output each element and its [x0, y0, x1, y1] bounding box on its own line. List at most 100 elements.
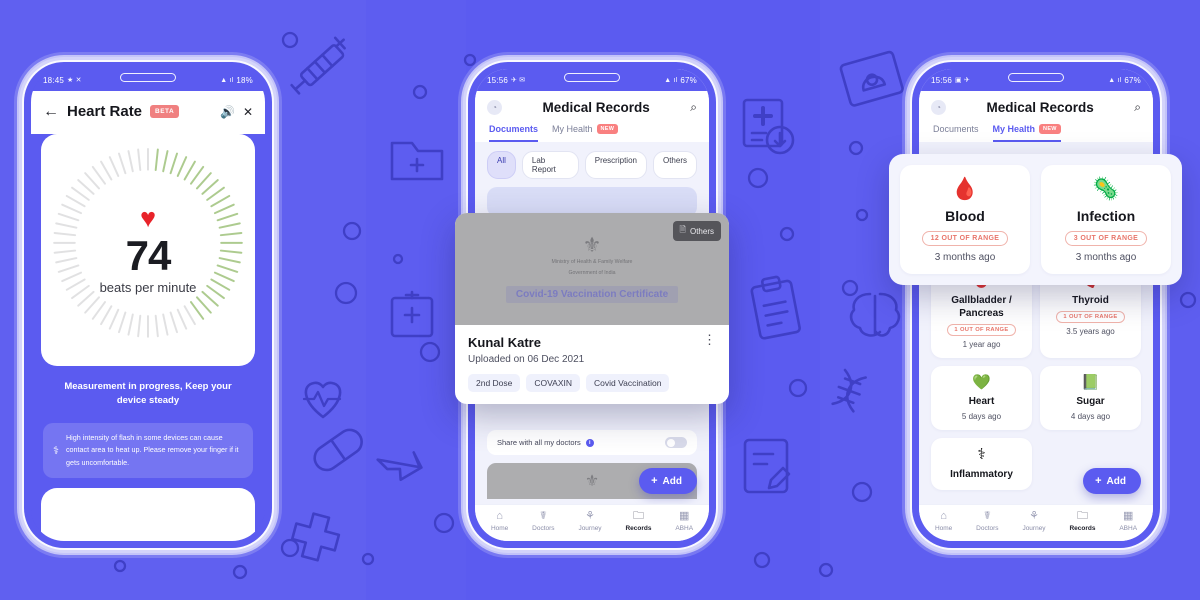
health-card-timestamp: 5 days ago — [961, 412, 1002, 421]
warning-note: ⚕ High intensity of flash in some device… — [43, 422, 253, 479]
avatar[interactable]: ◔ — [931, 100, 946, 115]
records-tabs: Documents My Health NEW — [931, 115, 1141, 142]
status-signal-icons: ▲ ıl — [1108, 76, 1122, 84]
document-tag[interactable]: 2nd Dose — [468, 374, 521, 392]
health-card-sugar[interactable]: 📗 Sugar 4 days ago — [1040, 365, 1141, 430]
phone-notch — [120, 73, 176, 82]
add-button-label: Add — [1106, 475, 1126, 487]
nav-label-doctors: Doctors — [532, 525, 555, 532]
heart-rate-unit: beats per minute — [99, 280, 197, 296]
emblem-icon: ⚜ — [584, 473, 600, 490]
home-icon: ⌂ — [940, 510, 947, 522]
new-badge: NEW — [1039, 124, 1061, 134]
warning-note-text: High intensity of flash in some devices … — [65, 432, 239, 467]
nav-item-home[interactable]: ⌂ Home — [934, 510, 953, 533]
abha-icon: ▦ — [1122, 510, 1134, 522]
records-icon: 🗀 — [1076, 510, 1088, 522]
tab-documents[interactable]: Documents — [933, 124, 979, 142]
document-meta: Kunal Katre ⋮ Uploaded on 06 Dec 2021 2n… — [455, 325, 729, 404]
tab-my-health[interactable]: My Health NEW — [992, 124, 1061, 142]
nav-item-doctors[interactable]: ☤ Doctors — [532, 511, 555, 533]
heart-icon: ♥ — [139, 202, 157, 233]
gauge-readout: ♥ 74 beats per minute — [99, 202, 197, 296]
kebab-menu-icon[interactable]: ⋮ — [703, 333, 716, 346]
document-upload-date: Uploaded on 06 Dec 2021 — [468, 354, 585, 365]
document-preview: 🗎 Others ⚜ Ministry of Health & Family W… — [455, 213, 729, 325]
nav-item-records[interactable]: 🗀 Records — [625, 511, 651, 533]
status-left-icons: ▣ ✈ — [955, 77, 971, 84]
nav-item-home[interactable]: ⌂ Home — [490, 511, 509, 533]
nav-item-abha[interactable]: ▦ ABHA — [1119, 510, 1137, 533]
info-icon[interactable]: i — [585, 438, 594, 447]
health-card-timestamp: 3 months ago — [1075, 252, 1137, 264]
nav-item-records[interactable]: 🗀 Records — [1069, 510, 1095, 533]
tab-my-health-label: My Health — [992, 124, 1036, 134]
nav-label-home: Home — [934, 525, 953, 532]
status-time: 15:56 — [487, 75, 509, 85]
status-battery: 67% — [680, 75, 697, 85]
tab-documents-label: Documents — [933, 124, 979, 134]
health-card-name: Blood — [945, 208, 985, 225]
share-toggle[interactable] — [665, 437, 687, 448]
health-card-name: Sugar — [1076, 396, 1105, 407]
tab-my-health[interactable]: My Health NEW — [552, 124, 619, 142]
search-icon[interactable]: ⌕ — [690, 100, 697, 115]
heart-rate-header: ← Heart Rate BETA 🔊 ✕ — [31, 91, 265, 134]
phone-notch — [1008, 73, 1064, 82]
health-card-name: Infection — [1076, 208, 1136, 225]
close-icon[interactable]: ✕ — [243, 105, 253, 119]
nav-item-journey[interactable]: ⚘ Journey — [578, 510, 602, 533]
health-card-inflammatory[interactable]: ⚕ Inflammatory — [931, 438, 1032, 490]
status-left-icons: ✈ ✉ — [511, 77, 526, 84]
status-signal-icons: ▲ ıl — [220, 76, 234, 84]
screen-my-health: 15:56 ▣ ✈ ▲ ıl 67% ◔ Medical Records ⌕ D… — [919, 69, 1153, 541]
journey-icon: ⚘ — [585, 510, 595, 522]
chip-lab-report[interactable]: Lab Report — [521, 151, 579, 179]
back-arrow-icon[interactable]: ← — [43, 103, 59, 120]
add-button[interactable]: + Add — [1083, 468, 1141, 494]
document-tag[interactable]: COVAXIN — [526, 374, 581, 392]
nav-item-abha[interactable]: ▦ ABHA — [675, 510, 694, 533]
heart-rate-value: 74 — [125, 231, 172, 279]
document-card[interactable]: 🗎 Others ⚜ Ministry of Health & Family W… — [455, 213, 729, 404]
chip-prescription[interactable]: Prescription — [584, 151, 647, 179]
nav-item-doctors[interactable]: ☤ Doctors — [976, 511, 998, 533]
status-bar-1: 18:45 ★ ✕ ▲ ıl 18% — [31, 69, 265, 91]
nav-label-journey: Journey — [578, 525, 602, 532]
add-button-label: Add — [662, 475, 682, 487]
records-header-row: ◔ Medical Records ⌕ — [487, 100, 697, 115]
phone-medical-records-my-health: 15:56 ▣ ✈ ▲ ıl 67% ◔ Medical Records ⌕ D… — [912, 62, 1160, 548]
document-owner-name: Kunal Katre — [468, 335, 541, 350]
document-tag[interactable]: Covid Vaccination — [586, 374, 670, 392]
speaker-icon[interactable]: 🔊 — [220, 105, 235, 119]
add-button[interactable]: + Add — [639, 468, 697, 494]
phone-heart-rate: 18:45 ★ ✕ ▲ ıl 18% ← Heart Rate BETA 🔊 ✕… — [24, 62, 272, 548]
nav-label-home: Home — [490, 525, 509, 532]
health-card-timestamp: 3.5 years ago — [1066, 326, 1115, 336]
nav-item-journey[interactable]: ⚘ Journey — [1022, 511, 1045, 533]
share-with-doctors-row[interactable]: Share with all my doctors i — [487, 430, 697, 455]
avatar[interactable]: ◔ — [487, 100, 502, 115]
warning-icon: ⚕ — [53, 444, 59, 457]
tab-documents[interactable]: Documents — [489, 124, 539, 142]
health-card-heart[interactable]: 💚 Heart 5 days ago — [931, 365, 1032, 430]
status-bar-3: 15:56 ▣ ✈ ▲ ıl 67% — [919, 69, 1153, 91]
status-bar-2: 15:56 ✈ ✉ ▲ ıl 67% — [475, 69, 709, 91]
bottom-navigation-2: ⌂ Home ☤ Doctors ⚘ Journey 🗀 Records ▦ A… — [475, 504, 709, 541]
screen-heart-rate: 18:45 ★ ✕ ▲ ıl 18% ← Heart Rate BETA 🔊 ✕… — [31, 69, 265, 541]
health-card-blood[interactable]: 🩸 Blood 12 OUT OF RANGE 3 months ago — [900, 165, 1030, 275]
page-title: Heart Rate — [67, 103, 143, 120]
nav-label-abha: ABHA — [675, 525, 694, 532]
sugar-icon: 📗 — [1081, 373, 1100, 391]
health-highlight-panel: 🩸 Blood 12 OUT OF RANGE 3 months ago 🦠 I… — [889, 154, 1182, 286]
chip-others[interactable]: Others — [652, 151, 697, 179]
records-header: ◔ Medical Records ⌕ Documents My Health … — [919, 91, 1153, 142]
status-badge: 3 OUT OF RANGE — [1064, 231, 1148, 247]
chip-all[interactable]: All — [487, 151, 516, 179]
search-icon[interactable]: ⌕ — [1134, 100, 1141, 115]
document-type-label: Others — [689, 226, 714, 236]
ministry-line-2: Government of India — [568, 270, 616, 276]
abha-icon: ▦ — [678, 510, 690, 522]
heart-rate-gauge-card: ♥ 74 beats per minute — [41, 134, 255, 366]
health-card-infection[interactable]: 🦠 Infection 3 OUT OF RANGE 3 months ago — [1041, 165, 1171, 275]
